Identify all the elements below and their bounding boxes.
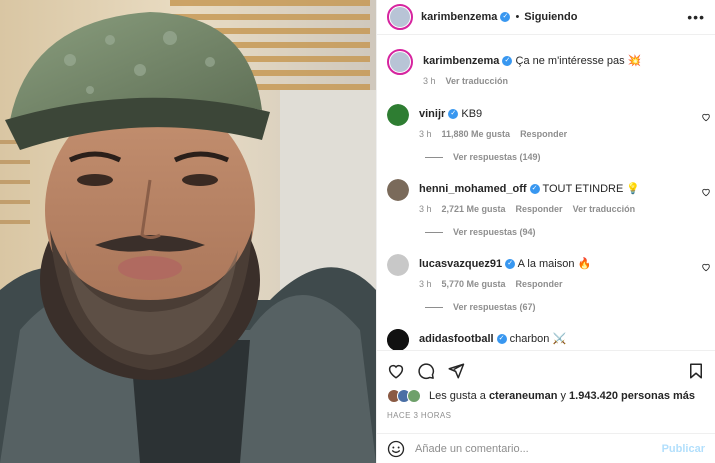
replies-line [425,156,443,158]
comment-likes[interactable]: 2,721 Me gusta [442,204,506,214]
reply-button[interactable]: Responder [516,204,563,214]
view-replies-label[interactable]: Ver respuestas (94) [453,227,536,237]
comment-likes[interactable]: 11,880 Me gusta [442,129,511,139]
comment-icon[interactable] [417,362,435,380]
separator-dot: • [515,11,520,23]
likes-summary: Les gusta a cteraneuman y 1.943.420 pers… [387,389,695,403]
comment-item: vinijr ✓ KB9 3 h 11,880 Me gusta Responde… [387,104,715,139]
author-avatar[interactable] [387,49,413,75]
see-translation-button[interactable]: Ver traducción [573,204,636,214]
likes-prefix: Les gusta a [429,390,486,402]
commenter-username[interactable]: lucasvazquez91 [419,258,502,270]
paper-plane-icon[interactable] [447,362,465,380]
author-username[interactable]: karimbenzema [421,11,497,23]
commenter-username[interactable]: adidasfootball [419,333,494,345]
comment-emoji: 💡 [626,183,641,195]
verified-badge-icon: ✓ [448,109,459,120]
bookmark-icon[interactable] [687,362,705,380]
caption-time[interactable]: 3 h [423,76,436,86]
post-side-panel: karimbenzema ✓ • Siguiendo ••• karimbenz… [376,0,715,463]
comment-text: charbon [509,333,550,345]
reply-button[interactable]: Responder [516,279,563,289]
comment-emoji: ⚔️ [552,333,567,345]
comment-text: A la maison [517,258,575,270]
commenter-avatar[interactable] [387,179,409,201]
heart-icon[interactable] [701,112,711,122]
publish-button[interactable]: Publicar [662,443,705,455]
view-replies-label[interactable]: Ver respuestas (149) [453,152,541,162]
commenter-username[interactable]: henni_mohamed_off [419,183,527,195]
comment-item: henni_mohamed_off ✓ TOUT ETINDRE 💡 3 h 2,… [387,179,715,214]
caption-text: Ça ne m'intéresse pas [515,55,625,67]
view-replies-button[interactable]: Ver respuestas (67) [425,302,536,312]
post-actions [377,350,715,390]
heart-icon[interactable] [701,187,711,197]
comment-time[interactable]: 3 h [419,204,432,214]
liker-username[interactable]: cteraneuman [489,390,557,402]
likes-middle: y [560,390,566,402]
post-timestamp[interactable]: HACE 3 HORAS [387,411,451,420]
commenter-avatar[interactable] [387,329,409,350]
view-replies-label[interactable]: Ver respuestas (67) [453,302,536,312]
post-photo[interactable] [0,0,376,463]
comment-item: lucasvazquez91 ✓ A la maison 🔥 3 h 5,770 … [387,254,715,289]
comment-text: TOUT ETINDRE [542,183,624,195]
comment-text: KB9 [461,108,483,120]
following-button[interactable]: Siguiendo [524,11,577,23]
view-replies-button[interactable]: Ver respuestas (149) [425,152,541,162]
selfie-image [0,0,376,463]
replies-line [425,231,443,233]
see-translation-button[interactable]: Ver traducción [446,76,509,86]
verified-badge-icon: ✓ [500,12,511,22]
heart-icon[interactable] [387,362,405,380]
commenter-avatar[interactable] [387,254,409,276]
comment-input[interactable] [415,442,662,455]
more-dots-icon[interactable]: ••• [687,9,705,25]
comment-emoji: 🔥 [577,258,592,270]
view-replies-button[interactable]: Ver respuestas (94) [425,227,536,237]
comment-item: adidasfootball ✓ charbon ⚔️ [387,329,715,350]
verified-badge-icon: ✓ [505,259,516,270]
smiley-icon[interactable] [387,440,405,458]
comments-list[interactable]: karimbenzema ✓ Ça ne m'intéresse pas 💥 3 … [377,36,715,350]
caption-row: karimbenzema ✓ Ça ne m'intéresse pas 💥 3 … [387,49,715,86]
caption-username[interactable]: karimbenzema [423,55,499,67]
commenter-avatar[interactable] [387,104,409,126]
likers-avatars[interactable] [387,389,421,403]
heart-icon[interactable] [701,262,711,272]
verified-badge-icon: ✓ [496,334,507,345]
author-avatar[interactable] [387,4,413,30]
post-header: karimbenzema ✓ • Siguiendo ••• [377,0,715,35]
replies-line [425,306,443,308]
add-comment-bar: Publicar [377,433,715,463]
comment-time[interactable]: 3 h [419,129,432,139]
caption-emoji: 💥 [627,55,642,67]
commenter-username[interactable]: vinijr [419,108,445,120]
verified-badge-icon: ✓ [502,56,513,67]
reply-button[interactable]: Responder [520,129,567,139]
likes-count[interactable]: 1.943.420 personas más [569,390,695,402]
verified-badge-icon: ✓ [529,184,540,195]
comment-time[interactable]: 3 h [419,279,432,289]
comment-likes[interactable]: 5,770 Me gusta [442,279,506,289]
